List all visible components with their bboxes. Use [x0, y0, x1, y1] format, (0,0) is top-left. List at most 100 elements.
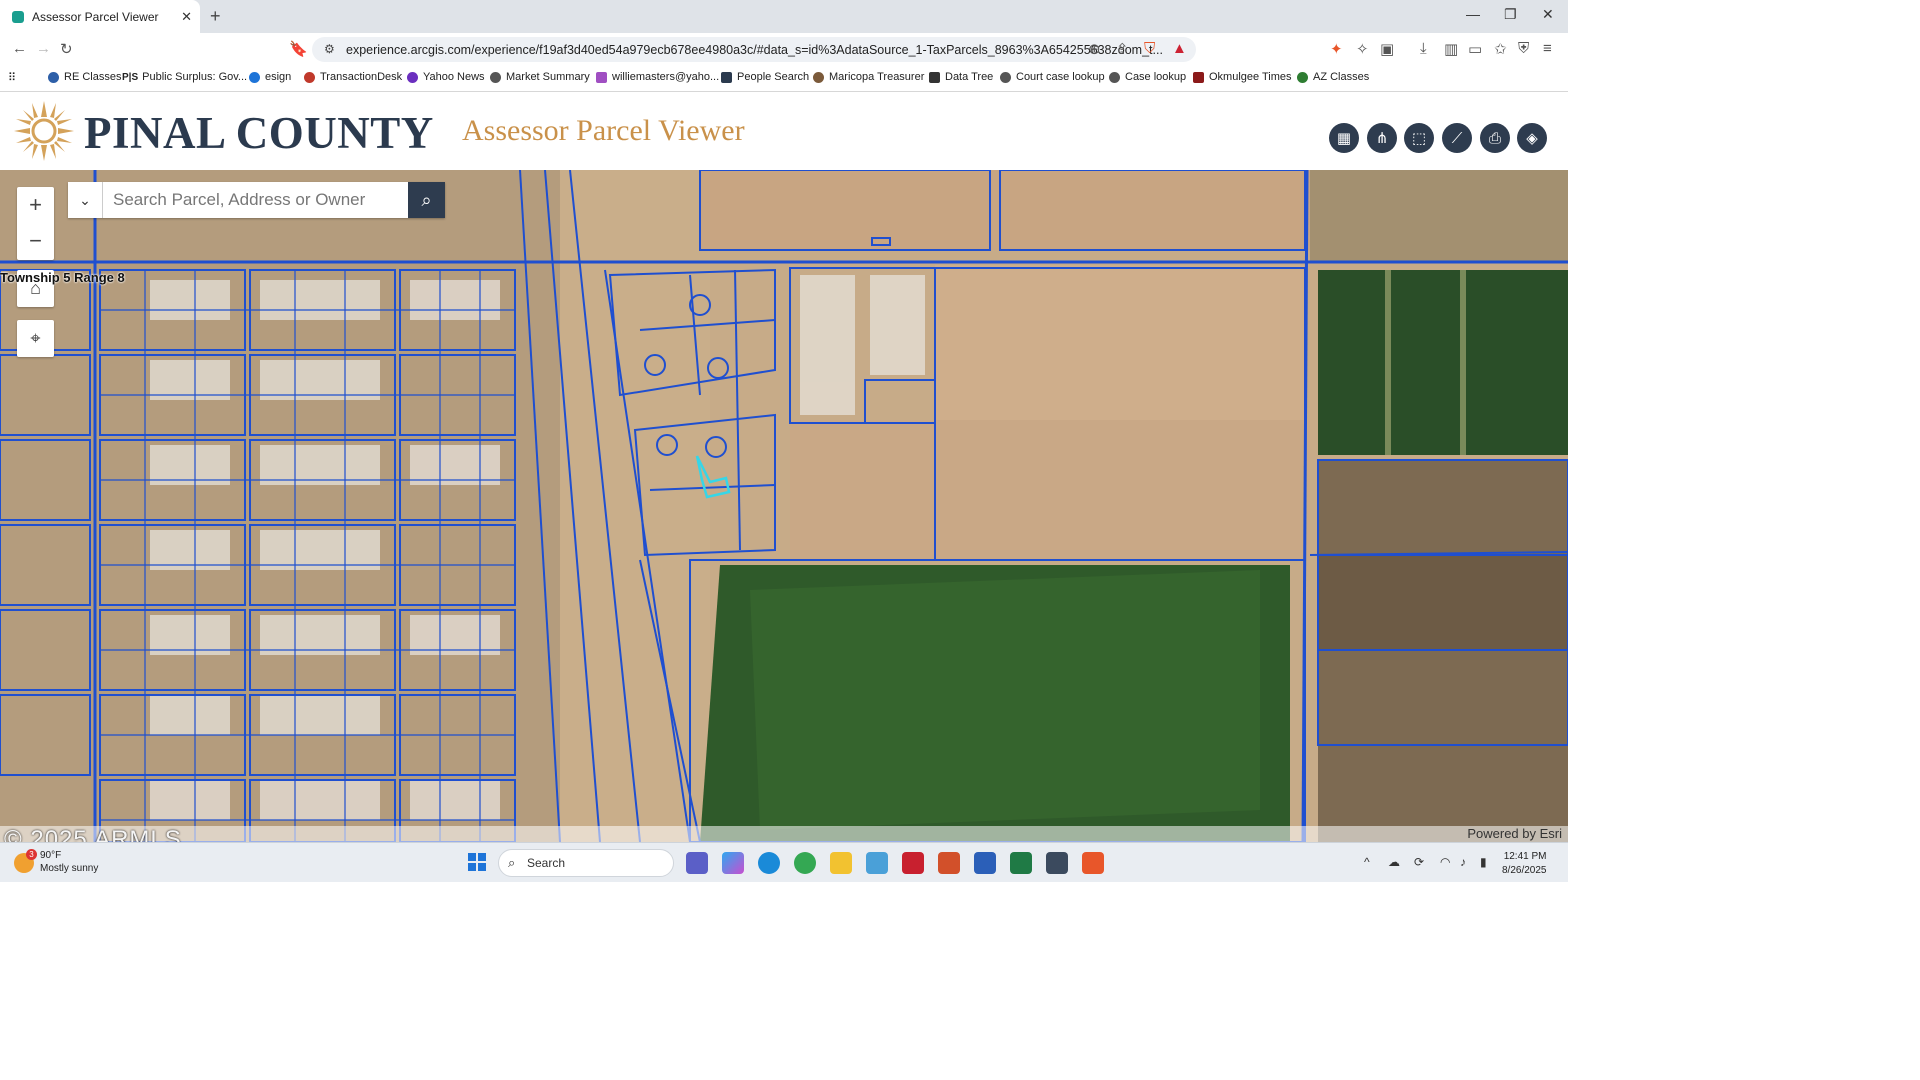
powerpoint-icon[interactable] — [938, 852, 960, 874]
wallet-icon[interactable]: ▭ — [1468, 40, 1482, 58]
bookmark-market-summary[interactable]: Market Summary — [490, 71, 590, 83]
township-label: Township 5 Range 8 — [0, 270, 125, 285]
app-icon[interactable] — [1046, 852, 1068, 874]
wifi-icon[interactable]: ◠ — [1440, 855, 1450, 869]
url-text: experience.arcgis.com/experience/f19af3d… — [346, 42, 1163, 57]
downloads-icon[interactable]: ⤓ — [1420, 40, 1427, 57]
bookmark-court-case-lookup[interactable]: Court case lookup — [1000, 71, 1105, 83]
measure-button[interactable]: ⟋ — [1442, 123, 1472, 153]
vpn-icon[interactable]: ⛨ — [1518, 40, 1529, 57]
weather-condition: Mostly sunny — [40, 863, 99, 874]
bookmark-re-classes[interactable]: RE Classes — [48, 71, 121, 83]
bookmark-case-lookup[interactable]: Case lookup — [1109, 71, 1186, 83]
bookmark-email[interactable]: williemasters@yaho... — [596, 71, 719, 83]
brave-icon[interactable] — [1082, 852, 1104, 874]
volume-icon[interactable]: ♪ — [1460, 855, 1466, 869]
forward-icon[interactable]: → — [36, 40, 51, 57]
copilot-icon[interactable] — [722, 852, 744, 874]
bookmark-people-search[interactable]: People Search — [721, 71, 809, 83]
zoom-out-button[interactable]: − — [17, 223, 54, 259]
time: 12:41 PM — [1503, 851, 1547, 862]
excel-icon[interactable] — [1010, 852, 1032, 874]
az-classes-icon — [1297, 71, 1308, 83]
close-tab-icon[interactable]: ✕ — [181, 9, 192, 25]
brave-shield-icon[interactable]: ⛉ — [1144, 40, 1155, 57]
back-icon[interactable]: ← — [12, 40, 27, 57]
minimize-icon[interactable]: — — [1466, 6, 1480, 22]
bookmark-icon[interactable]: 🔖 — [289, 40, 308, 58]
re-classes-icon — [48, 71, 59, 83]
edge-icon[interactable] — [758, 852, 780, 874]
zoom-in-button[interactable]: + — [17, 187, 54, 223]
taskbar-search[interactable]: ⌕ Search — [498, 849, 674, 877]
chevron-up-icon[interactable]: ^ — [1364, 855, 1370, 869]
bookmark-az-classes[interactable]: AZ Classes — [1297, 71, 1369, 83]
restore-icon[interactable]: ❐ — [1504, 6, 1517, 23]
bookmark-transactiondesk[interactable]: TransactionDesk — [304, 71, 402, 83]
battery-icon[interactable]: ▮ — [1480, 855, 1487, 869]
powered-by-esri[interactable]: Powered by Esri — [1467, 826, 1562, 841]
select-button[interactable]: ⬚ — [1404, 123, 1434, 153]
chrome-icon[interactable] — [794, 852, 816, 874]
zoom-icon[interactable]: ⊕ — [1088, 40, 1101, 58]
windows-start-icon[interactable] — [468, 853, 486, 871]
bookmark-maricopa-treasurer[interactable]: Maricopa Treasurer — [813, 71, 924, 83]
extensions-icon[interactable]: ✧ — [1356, 40, 1369, 58]
new-tab-button[interactable]: + — [210, 6, 221, 27]
layers-button[interactable]: ◈ — [1517, 123, 1547, 153]
leo-ai-icon[interactable]: ✩ — [1494, 40, 1507, 58]
app-title: Assessor Parcel Viewer — [462, 114, 745, 147]
layers-icon: ◈ — [1526, 130, 1538, 147]
weather-badge: 3 — [26, 849, 37, 860]
parcel-map-canvas[interactable] — [0, 170, 1568, 842]
bookmark-data-tree[interactable]: Data Tree — [929, 71, 993, 83]
menu-icon[interactable]: ≡ — [1543, 40, 1552, 57]
clock[interactable]: 12:41 PM 8/26/2025 — [1502, 850, 1547, 878]
file-explorer-icon[interactable] — [830, 852, 852, 874]
bookmark-okmulgee-times[interactable]: Okmulgee Times — [1193, 71, 1292, 83]
word-icon[interactable] — [974, 852, 996, 874]
address-bar-row: ← → ↻ 🔖 ⚙ experience.arcgis.com/experien… — [0, 33, 1568, 65]
brave-rewards-icon[interactable]: ▲ — [1172, 40, 1187, 57]
yahoo-icon — [407, 71, 418, 83]
date: 8/26/2025 — [1502, 865, 1547, 876]
photos-icon[interactable] — [866, 852, 888, 874]
url-field[interactable]: ⚙ experience.arcgis.com/experience/f19af… — [312, 37, 1196, 62]
bookmark-esign[interactable]: esign — [249, 71, 291, 83]
esign-icon — [249, 71, 260, 83]
sidebar-icon[interactable]: ▥ — [1444, 40, 1458, 58]
extension-fox-icon[interactable]: ✦ — [1330, 40, 1343, 58]
pinal-county-sun-logo — [14, 101, 74, 161]
measure-icon: ⟋ — [1451, 129, 1463, 147]
search-source-dropdown[interactable]: ⌄ — [68, 182, 103, 218]
share-icon: ⋔ — [1375, 130, 1389, 147]
maricopa-icon — [813, 71, 824, 83]
sync-icon[interactable]: ⟳ — [1414, 855, 1424, 869]
locate-button[interactable]: ⌖ — [17, 320, 54, 357]
bookmark-yahoo-news[interactable]: Yahoo News — [407, 71, 485, 83]
site-info-icon[interactable]: ⚙ — [324, 42, 335, 56]
browser-tab[interactable]: Assessor Parcel Viewer ✕ — [0, 0, 200, 33]
media-icon[interactable]: ▣ — [1380, 40, 1394, 58]
bookmark-public-surplus[interactable]: P|S Public Surplus: Gov... — [122, 71, 247, 83]
map-attribution-bar: Powered by Esri — [0, 826, 1568, 842]
tab-title: Assessor Parcel Viewer — [32, 9, 159, 24]
quicken-icon[interactable] — [902, 852, 924, 874]
search-icon: ⌕ — [508, 855, 516, 870]
globe-icon — [1000, 71, 1011, 83]
search-input[interactable] — [104, 182, 408, 218]
teams-icon[interactable] — [686, 852, 708, 874]
temperature: 90°F — [40, 850, 62, 861]
globe-icon — [490, 71, 501, 83]
parcel-search: ⌄ ⌕ — [68, 182, 445, 218]
search-button[interactable]: ⌕ — [408, 182, 445, 218]
onedrive-icon[interactable]: ☁ — [1388, 855, 1400, 869]
share-button[interactable]: ⋔ — [1367, 123, 1397, 153]
share-page-icon[interactable]: ⇪ — [1116, 40, 1129, 58]
print-button[interactable]: ⎙ — [1480, 123, 1510, 153]
reload-icon[interactable]: ↻ — [60, 40, 73, 58]
widget-grid-button[interactable]: ▦ — [1329, 123, 1359, 153]
window-close-icon[interactable]: ✕ — [1542, 6, 1554, 23]
map-view[interactable]: ⌄ ⌕ + − ⌂ ⌖ Township 5 Range 8 Powered b… — [0, 170, 1568, 842]
apps-grid-icon[interactable]: ⠿ — [8, 71, 16, 84]
